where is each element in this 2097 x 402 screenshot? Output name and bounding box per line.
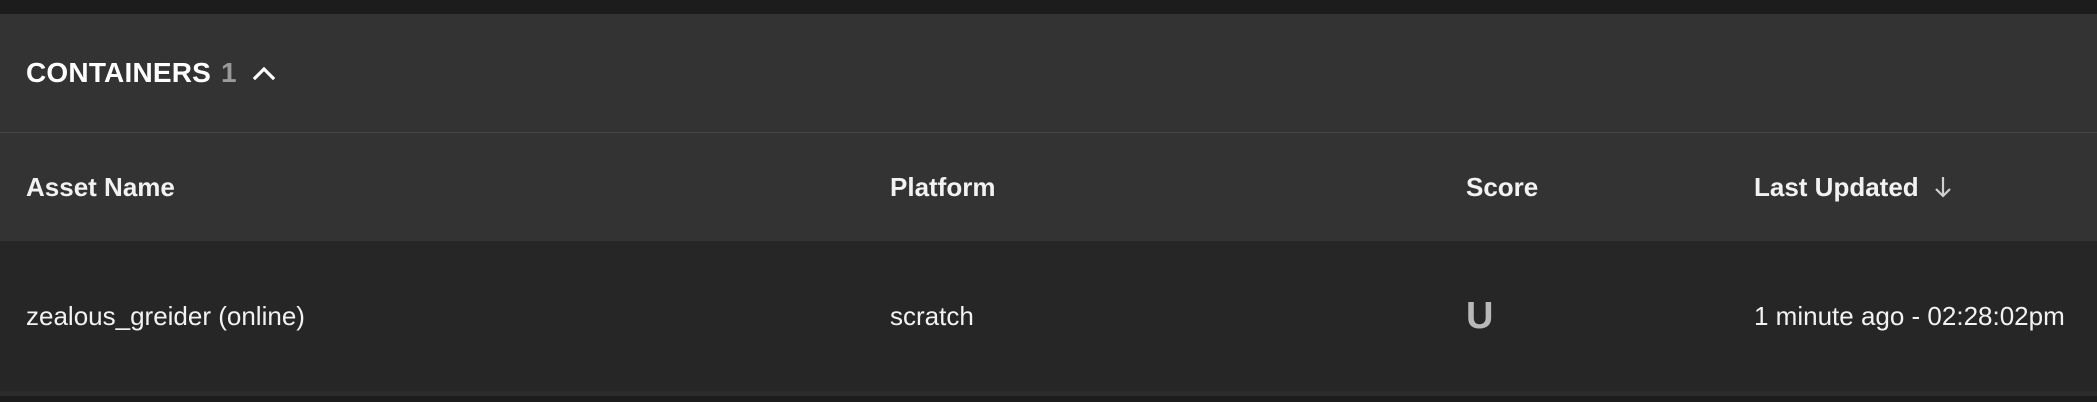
section-header: CONTAINERS 1 — [0, 14, 2097, 133]
cell-score: U — [1466, 294, 1494, 337]
column-header-last-updated-label: Last Updated — [1754, 171, 1919, 202]
section-title: CONTAINERS — [26, 57, 212, 88]
section-count: 1 — [221, 57, 237, 88]
column-header-score[interactable]: Score — [1466, 133, 1538, 241]
table-row[interactable]: zealous_greider (online) scratch U 1 min… — [0, 241, 2097, 391]
cell-last-updated: 1 minute ago - 02:28:02pm — [1754, 300, 2065, 331]
column-header-platform[interactable]: Platform — [890, 133, 995, 241]
column-header-last-updated[interactable]: Last Updated — [1754, 133, 1955, 241]
bottom-strip — [0, 396, 2097, 402]
cell-asset-name: zealous_greider (online) — [26, 300, 305, 331]
top-bar — [0, 0, 2097, 14]
containers-panel: CONTAINERS 1 Asset Name Platform Score L… — [0, 14, 2097, 396]
cell-platform: scratch — [890, 300, 974, 331]
chevron-up-icon[interactable] — [251, 60, 277, 86]
arrow-down-icon[interactable] — [1933, 174, 1955, 200]
column-header-asset-name[interactable]: Asset Name — [26, 133, 175, 241]
table-header: Asset Name Platform Score Last Updated — [0, 133, 2097, 241]
